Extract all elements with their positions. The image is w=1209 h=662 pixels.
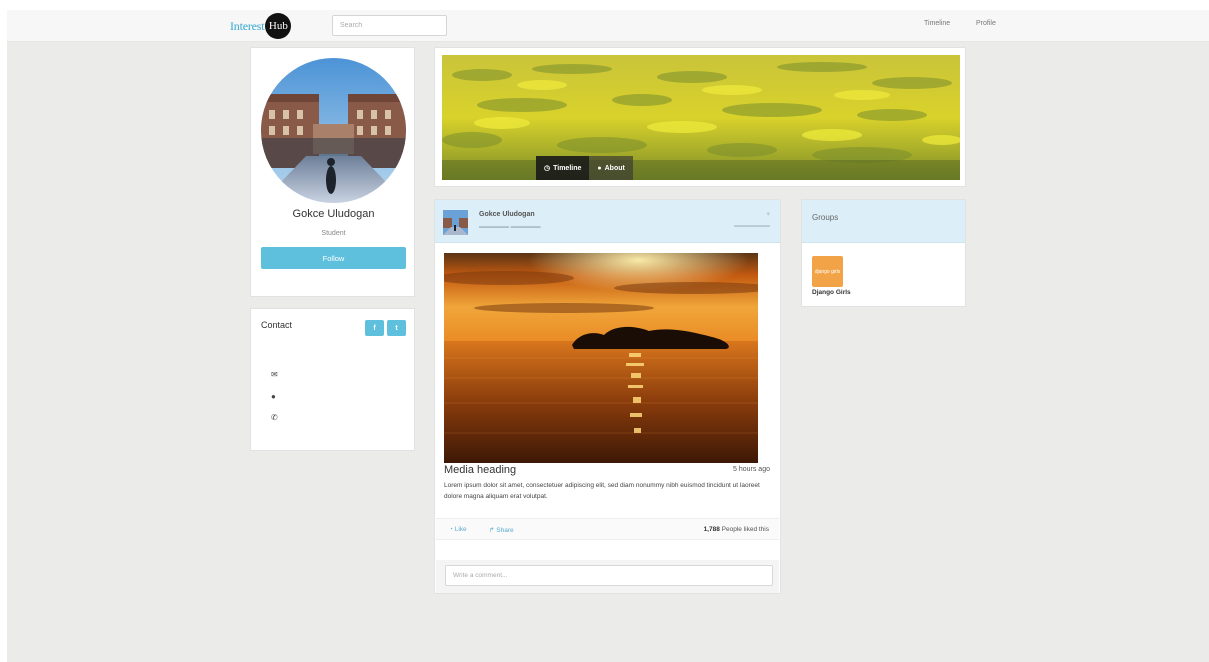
map-marker-icon: ● <box>271 392 276 401</box>
thumbs-up-icon: ◔ <box>449 526 453 533</box>
groups-card: Groups django girls Django Girls <box>801 199 966 307</box>
like-button[interactable]: ◔ Like <box>449 526 467 533</box>
cover-card: ◷ Timeline ● About <box>434 47 966 187</box>
post-author-meta: ▬▬▬▬▬ ▬▬▬▬▬ <box>479 224 541 230</box>
group-logo-text: django girls <box>814 268 841 275</box>
post-image <box>444 253 758 463</box>
profile-role: Student <box>321 230 346 237</box>
phone-icon: ✆ <box>271 413 278 422</box>
tab-about[interactable]: ● About <box>589 156 633 180</box>
post-header: Gokce Uludogan ▬▬▬▬▬ ▬▬▬▬▬ ▾ ▬▬▬▬▬▬ <box>435 200 780 243</box>
likes-count: 1,788 <box>703 526 720 533</box>
groups-header: Groups <box>802 200 965 243</box>
facebook-button[interactable]: f <box>365 320 384 336</box>
brand-text: Interest <box>230 18 265 33</box>
comment-area <box>436 560 779 593</box>
contact-title: Contact <box>261 320 293 330</box>
group-logo-django-girls[interactable]: django girls <box>812 256 843 287</box>
post-body: Lorem ipsum dolor sit amet, consectetuer… <box>444 482 760 500</box>
search-input[interactable] <box>332 15 447 36</box>
share-button[interactable]: ↱ Share <box>489 526 514 534</box>
likes-summary: 1,788 People liked this <box>704 526 769 533</box>
cover-image: ◷ Timeline ● About <box>442 55 960 180</box>
tab-about-label: About <box>604 164 625 172</box>
clock-icon: ◷ <box>544 165 551 172</box>
tab-timeline[interactable]: ◷ Timeline <box>536 156 590 180</box>
share-icon: ↱ <box>489 527 495 534</box>
brand-logo[interactable]: Interest Hub <box>230 13 292 39</box>
groups-title: Groups <box>812 213 839 222</box>
nav-link-timeline[interactable]: Timeline <box>924 20 950 27</box>
post-author-name[interactable]: Gokce Uludogan <box>479 211 535 218</box>
post-menu-icon[interactable]: ▾ <box>766 210 770 218</box>
media-heading: Media heading <box>444 464 517 476</box>
post-author-avatar[interactable] <box>443 210 468 235</box>
facebook-icon: f <box>373 324 376 332</box>
comment-input[interactable] <box>445 565 773 586</box>
post-header-meta: ▬▬▬▬▬▬ <box>734 223 770 229</box>
avatar <box>261 58 406 203</box>
twitter-icon: t <box>395 324 398 332</box>
twitter-button[interactable]: t <box>387 320 406 336</box>
nav-link-profile[interactable]: Profile <box>976 20 996 27</box>
contact-card: Contact f t ✉ ● ✆ <box>250 308 415 451</box>
profile-card: Gokce Uludogan Student Follow <box>250 47 415 297</box>
user-icon: ● <box>597 164 602 172</box>
share-label: Share <box>496 527 514 534</box>
post-timestamp: 5 hours ago <box>733 466 770 473</box>
envelope-icon: ✉ <box>271 370 278 379</box>
brand-badge: Hub <box>265 13 292 39</box>
group-name-django-girls[interactable]: Django Girls <box>812 289 851 296</box>
likes-text: People liked this <box>721 526 769 533</box>
like-label: Like <box>454 526 467 533</box>
cover-tabs: ◷ Timeline ● About <box>536 156 633 180</box>
follow-button[interactable]: Follow <box>261 247 406 269</box>
navbar: Interest Hub Timeline Profile <box>7 10 1209 42</box>
profile-name: Gokce Uludogan <box>292 208 375 220</box>
page-viewport: Interest Hub Timeline Profile <box>7 10 1209 662</box>
tab-timeline-label: Timeline <box>553 164 582 172</box>
post-card: Gokce Uludogan ▬▬▬▬▬ ▬▬▬▬▬ ▾ ▬▬▬▬▬▬ Medi… <box>434 199 781 594</box>
post-actions: ◔ Like ↱ Share 1,788 People liked this <box>436 518 779 540</box>
